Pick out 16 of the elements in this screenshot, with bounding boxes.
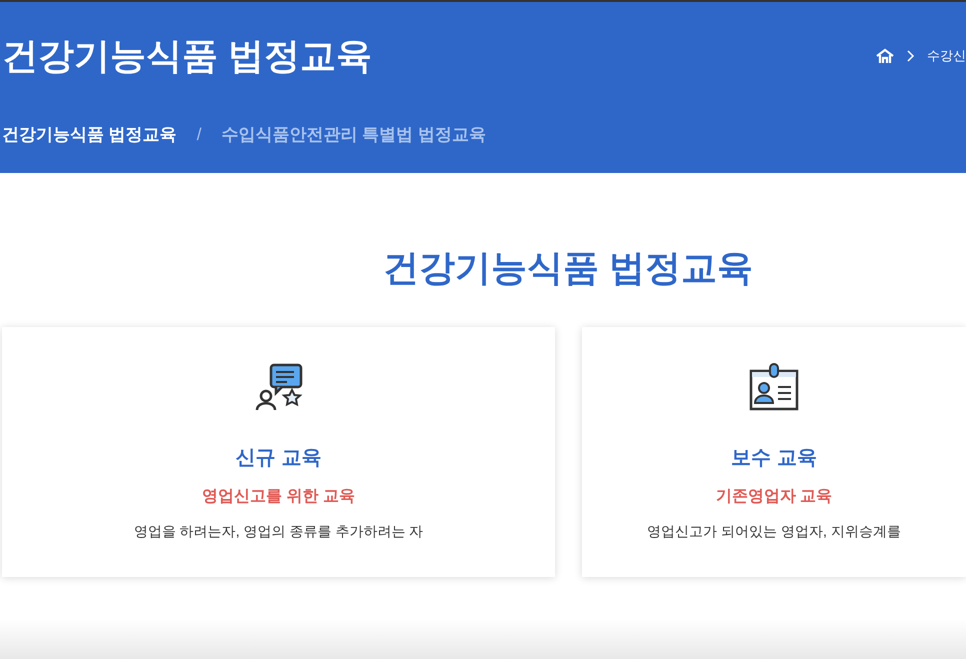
breadcrumb-link[interactable]: 수강신 — [927, 46, 966, 66]
section-title: 건강기능식품 법정교육 — [382, 246, 753, 290]
card-description: 영업신고가 되어있는 영업자, 지위승계를 — [647, 522, 901, 541]
home-icon[interactable] — [875, 48, 895, 64]
tab-separator: / — [196, 124, 202, 146]
card-subtitle: 영업신고를 위한 교육 — [202, 487, 355, 507]
card-title: 신규 교육 — [236, 446, 322, 471]
tab[interactable]: 수입식품안전관리 특별법 법정교육 — [221, 122, 486, 148]
chevron-right-icon — [907, 50, 915, 62]
tab[interactable]: 건강기능식품 법정교육 — [2, 122, 177, 148]
page-title: 건강기능식품 법정교육 — [2, 34, 372, 78]
card-title: 보수 교육 — [731, 446, 817, 471]
id-badge-icon — [749, 363, 799, 413]
card-subtitle: 기존영업자 교육 — [716, 487, 832, 507]
card-description: 영업을 하려는자, 영업의 종류를 추가하려는 자 — [134, 522, 424, 541]
user-chat-star-icon — [254, 363, 304, 413]
